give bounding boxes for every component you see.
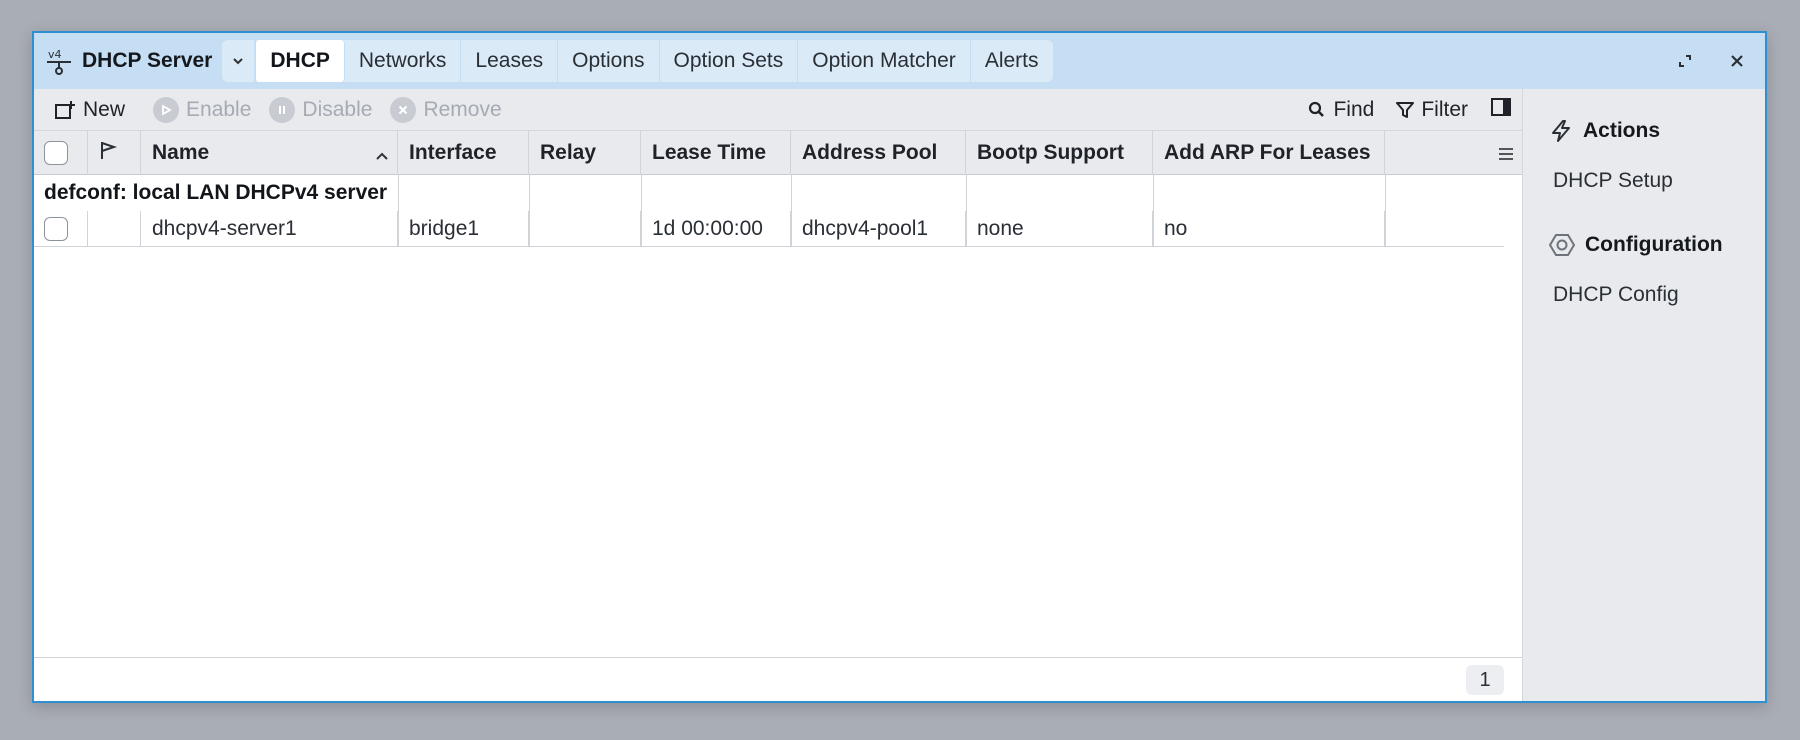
find-button-label: Find bbox=[1333, 98, 1375, 121]
group-header-row[interactable]: defconf: local LAN DHCPv4 server bbox=[34, 175, 387, 211]
cell-name[interactable]: dhcpv4-server1 bbox=[141, 211, 398, 247]
row-select-cell bbox=[34, 211, 88, 247]
flag-icon bbox=[99, 140, 118, 166]
column-header-name[interactable]: Name bbox=[141, 131, 398, 175]
dhcp-server-window: v4 DHCP Server DHCP Networks Leases Opti… bbox=[32, 31, 1767, 703]
dhcp-config-link[interactable]: DHCP Config bbox=[1553, 283, 1679, 307]
row-checkbox[interactable] bbox=[44, 217, 68, 241]
new-button-label: New bbox=[83, 97, 126, 121]
remove-button-label: Remove bbox=[423, 97, 502, 121]
disable-button[interactable]: Disable bbox=[269, 89, 372, 131]
column-header-label: Name bbox=[152, 141, 210, 164]
search-icon bbox=[1308, 101, 1326, 119]
actions-heading: Actions bbox=[1549, 119, 1660, 143]
enable-button[interactable]: Enable bbox=[153, 89, 251, 131]
tab-bar: DHCP Networks Leases Options Option Sets… bbox=[256, 40, 1053, 82]
find-button[interactable]: Find bbox=[1308, 89, 1374, 131]
tab-alerts[interactable]: Alerts bbox=[971, 40, 1053, 82]
cell-interface[interactable]: bridge1 bbox=[398, 211, 529, 247]
chevron-down-icon bbox=[232, 54, 244, 68]
new-button[interactable]: New bbox=[54, 89, 125, 131]
remove-button[interactable]: Remove bbox=[390, 89, 502, 131]
column-header-interface[interactable]: Interface bbox=[398, 131, 529, 175]
close-icon[interactable] bbox=[1723, 47, 1751, 75]
window-menu-dropdown[interactable] bbox=[222, 40, 255, 82]
group-label: defconf: local LAN DHCPv4 server bbox=[44, 181, 388, 204]
tab-option-matcher[interactable]: Option Matcher bbox=[798, 40, 971, 82]
column-header-relay[interactable]: Relay bbox=[529, 131, 641, 175]
toolbar-right: Find Filter bbox=[1286, 89, 1512, 131]
dhcp-setup-link[interactable]: DHCP Setup bbox=[1553, 169, 1673, 193]
sidebar-toggle-icon bbox=[1490, 97, 1512, 123]
configuration-heading-label: Configuration bbox=[1585, 233, 1723, 256]
tab-networks[interactable]: Networks bbox=[345, 40, 462, 82]
configuration-heading: Configuration bbox=[1549, 233, 1723, 257]
cell-bootp-support[interactable]: none bbox=[966, 211, 1153, 247]
column-header-add-arp[interactable]: Add ARP For Leases bbox=[1153, 131, 1385, 175]
toolbar: New Enable Disable Remove Find Filter bbox=[34, 89, 1522, 131]
toggle-sidepanel-button[interactable] bbox=[1490, 89, 1512, 131]
cell-address-pool[interactable]: dhcpv4-pool1 bbox=[791, 211, 966, 247]
table-row[interactable]: dhcpv4-server1 bridge1 1d 00:00:00 dhcpv… bbox=[34, 211, 1504, 247]
settings-hexagon-icon bbox=[1549, 233, 1575, 257]
row-count-badge: 1 bbox=[1466, 665, 1504, 695]
remove-icon bbox=[390, 96, 417, 123]
tab-option-sets[interactable]: Option Sets bbox=[660, 40, 799, 82]
pause-icon bbox=[269, 96, 296, 123]
select-all-checkbox[interactable] bbox=[44, 141, 68, 165]
play-icon bbox=[153, 96, 180, 123]
side-panel: Actions DHCP Setup Configuration DHCP Co… bbox=[1522, 89, 1765, 701]
column-header-lease-time[interactable]: Lease Time bbox=[641, 131, 791, 175]
lightning-icon bbox=[1549, 119, 1573, 143]
disable-button-label: Disable bbox=[302, 97, 373, 121]
window-titlebar: v4 DHCP Server DHCP Networks Leases Opti… bbox=[34, 33, 1765, 89]
cell-add-arp[interactable]: no bbox=[1153, 211, 1385, 247]
tab-dhcp[interactable]: DHCP bbox=[256, 40, 345, 82]
select-all-cell bbox=[34, 131, 88, 175]
ipv4-network-icon: v4 bbox=[44, 46, 74, 76]
maximize-icon[interactable] bbox=[1671, 47, 1699, 75]
cell-lease-time[interactable]: 1d 00:00:00 bbox=[641, 211, 791, 247]
tab-options[interactable]: Options bbox=[558, 40, 660, 82]
filter-button-label: Filter bbox=[1421, 98, 1468, 121]
row-flag-cell bbox=[88, 211, 141, 247]
window-title: DHCP Server bbox=[82, 49, 213, 72]
cell-relay[interactable] bbox=[529, 211, 641, 247]
column-header-address-pool[interactable]: Address Pool bbox=[791, 131, 966, 175]
filter-icon bbox=[1396, 101, 1415, 119]
sort-ascending-icon bbox=[375, 143, 389, 167]
enable-button-label: Enable bbox=[186, 97, 252, 121]
table-footer: 1 bbox=[34, 657, 1522, 701]
svg-text:v4: v4 bbox=[48, 48, 62, 61]
column-header-bootp-support[interactable]: Bootp Support bbox=[966, 131, 1153, 175]
add-item-icon bbox=[54, 100, 76, 120]
flag-column-header[interactable] bbox=[88, 131, 141, 175]
column-menu-icon[interactable] bbox=[1498, 141, 1514, 167]
actions-heading-label: Actions bbox=[1583, 119, 1661, 142]
filter-button[interactable]: Filter bbox=[1396, 89, 1468, 131]
main-content: New Enable Disable Remove Find Filter Na… bbox=[34, 89, 1522, 701]
tab-leases[interactable]: Leases bbox=[461, 40, 559, 82]
table-header: Name Interface Relay Lease Time Address … bbox=[34, 131, 1522, 175]
